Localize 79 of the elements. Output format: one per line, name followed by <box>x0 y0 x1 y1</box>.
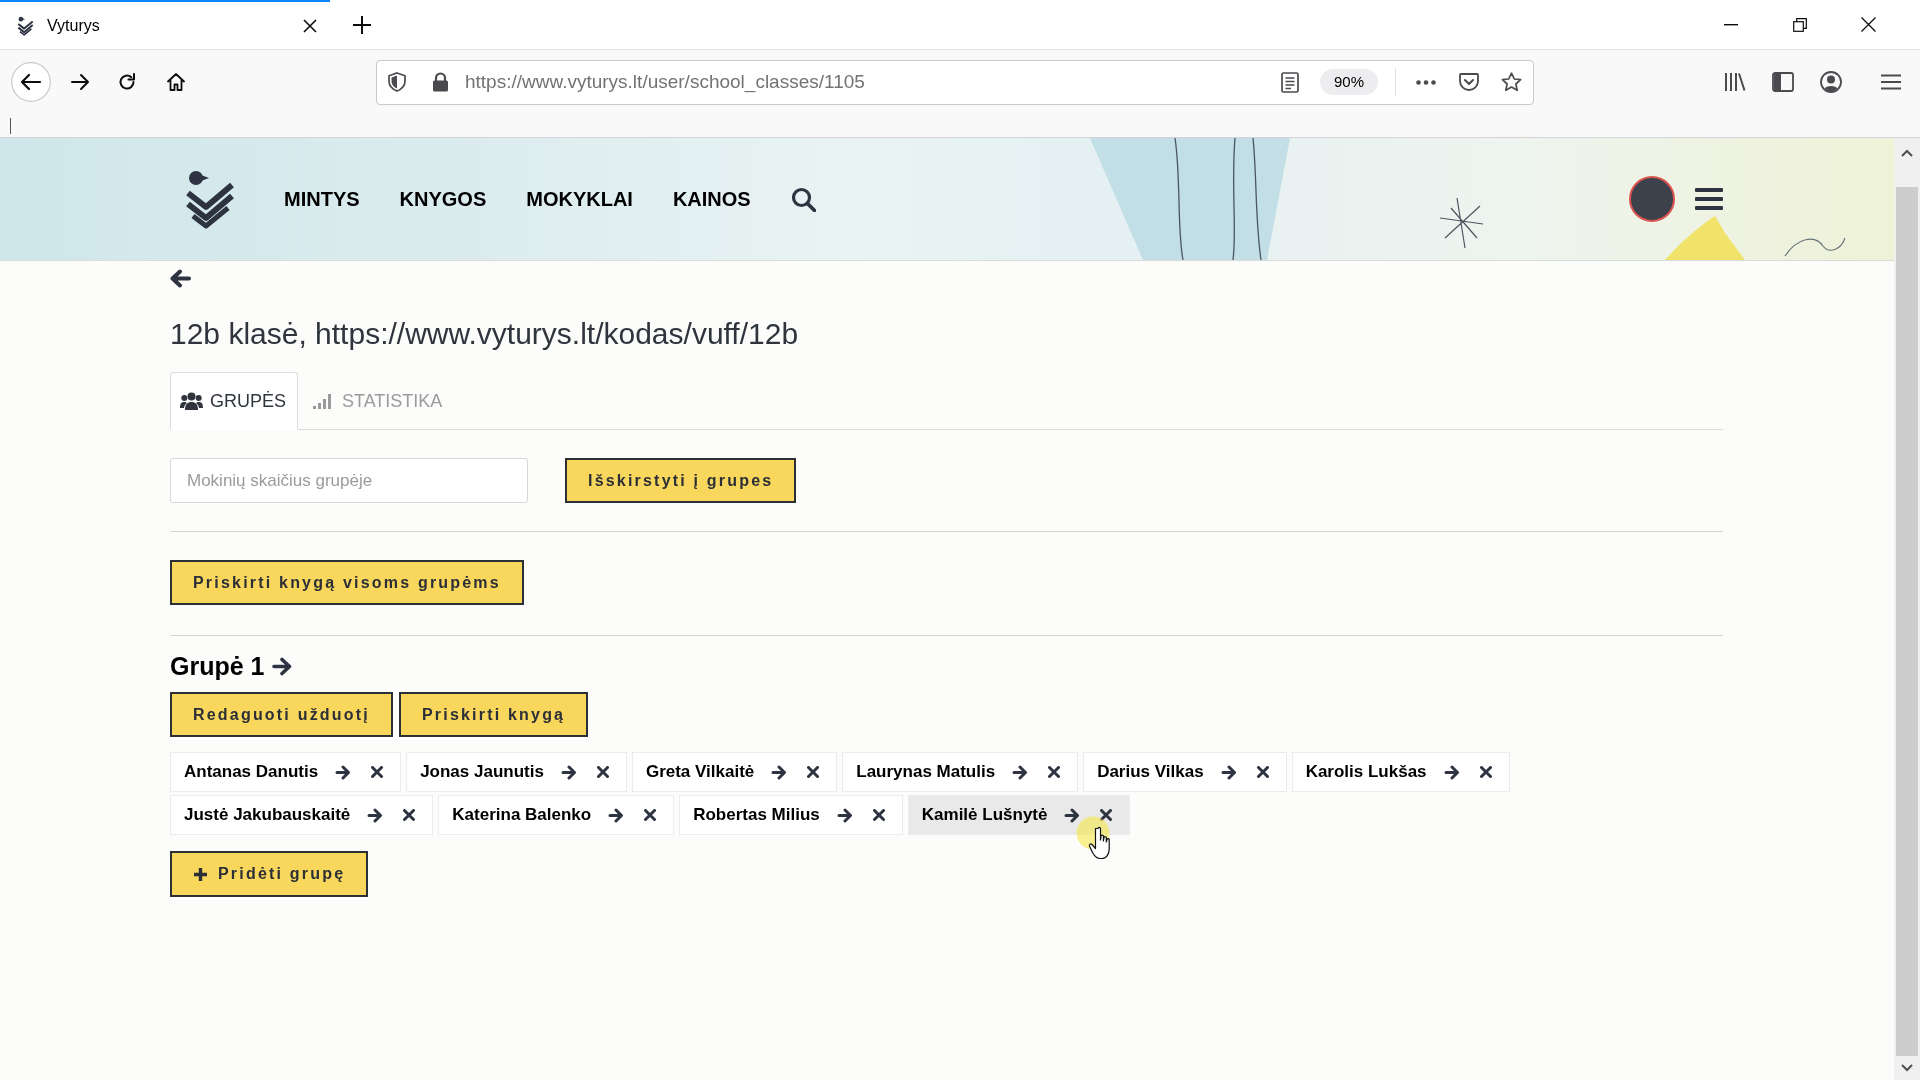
distribute-button[interactable]: Išskirstyti į grupes <box>565 458 797 503</box>
text-cursor <box>10 117 11 134</box>
nav-link[interactable]: KNYGOS <box>399 184 487 214</box>
scrollbar[interactable] <box>1894 138 1920 1080</box>
group-title: Grupė 1 <box>170 652 265 680</box>
minimize-icon[interactable] <box>1723 23 1738 26</box>
search-icon[interactable] <box>790 186 816 212</box>
student-name: Laurynas Matulis <box>856 761 996 784</box>
student-name: Jonas Jaunutis <box>420 761 544 784</box>
arrow-right-icon[interactable] <box>836 807 853 823</box>
signal-bars-icon <box>313 393 334 409</box>
plus-icon <box>193 866 208 882</box>
arrow-right-icon[interactable] <box>1220 764 1237 780</box>
group-size-field[interactable]: Mokinių skaičius grupėje <box>170 458 528 503</box>
home-icon[interactable] <box>166 72 186 92</box>
reload-icon[interactable] <box>117 72 137 92</box>
group-action-button[interactable]: Priskirti knygą <box>398 692 589 737</box>
close-icon[interactable] <box>596 766 609 778</box>
avatar[interactable] <box>1629 176 1675 222</box>
nav-link[interactable]: MOKYKLAI <box>526 184 633 214</box>
arrow-left-icon[interactable] <box>170 269 191 288</box>
close-icon[interactable] <box>1100 809 1113 821</box>
close-icon[interactable] <box>1256 766 1269 778</box>
arrow-right-icon[interactable] <box>1012 764 1029 780</box>
close-icon[interactable] <box>1861 17 1876 32</box>
close-icon[interactable] <box>644 809 657 821</box>
close-icon[interactable] <box>1479 766 1492 778</box>
student-name: Darius Vilkas <box>1097 761 1204 784</box>
reader-view-icon[interactable] <box>1281 71 1299 93</box>
chevron-down-icon[interactable] <box>1901 1064 1913 1072</box>
arrow-right-icon[interactable] <box>1443 764 1460 780</box>
student-name: Katerina Balenko <box>452 804 592 827</box>
nav-link[interactable]: MINTYS <box>284 184 360 214</box>
student-name: Kamilė Lušnytė <box>921 804 1048 827</box>
arrow-right-icon[interactable] <box>335 764 352 780</box>
url-text[interactable]: https://www.vyturys.lt/user/school_classes/1105 <box>465 67 865 97</box>
plus-icon[interactable] <box>352 14 372 35</box>
sidebar-icon[interactable] <box>1772 72 1794 92</box>
menu-icon[interactable] <box>1695 188 1723 210</box>
nav-link[interactable]: KAINOS <box>672 184 751 214</box>
bird-logo-icon <box>17 15 34 36</box>
chevron-up-icon[interactable] <box>1901 149 1913 157</box>
student-name: Justė Jakubauskaitė <box>184 804 351 827</box>
users-icon <box>180 392 203 410</box>
close-icon[interactable] <box>403 809 416 821</box>
student-name: Karolis Lukšas <box>1305 761 1427 784</box>
more-icon[interactable] <box>1416 79 1436 85</box>
shield-icon[interactable] <box>388 72 406 92</box>
menu-icon[interactable] <box>1881 74 1901 90</box>
close-icon[interactable] <box>371 766 384 778</box>
close-icon[interactable] <box>1048 766 1061 778</box>
star-icon[interactable] <box>1501 72 1522 92</box>
close-icon[interactable] <box>303 18 317 33</box>
student-name: Robertas Milius <box>693 804 820 827</box>
library-icon[interactable] <box>1724 72 1746 92</box>
arrow-right-icon[interactable] <box>608 807 625 823</box>
restore-icon[interactable] <box>1792 17 1807 32</box>
pocket-icon[interactable] <box>1459 72 1479 92</box>
close-icon[interactable] <box>807 766 820 778</box>
bird-logo-icon[interactable] <box>184 169 236 229</box>
lock-icon <box>432 72 449 92</box>
page-title: 12b klasė, https://www.vyturys.lt/kodas/vuff/12b <box>170 316 799 352</box>
student-name: Antanas Danutis <box>184 761 319 784</box>
group-action-button[interactable]: Redaguoti užduotį <box>170 692 393 737</box>
add-group-button[interactable]: Pridėti grupę <box>170 851 369 897</box>
zoom-level[interactable]: 90% <box>1320 69 1378 95</box>
arrow-right-icon[interactable] <box>1064 807 1081 823</box>
scroll-thumb[interactable] <box>1896 187 1918 1056</box>
arrow-right-icon[interactable] <box>560 764 577 780</box>
student-name: Greta Vilkaitė <box>645 761 755 784</box>
arrow-right-icon[interactable] <box>771 764 788 780</box>
arrow-right-icon[interactable] <box>272 656 293 676</box>
tab[interactable]: GRUPĖS <box>170 372 299 430</box>
close-icon[interactable] <box>872 809 885 821</box>
account-icon[interactable] <box>1820 71 1842 93</box>
arrow-right-icon[interactable] <box>70 72 90 92</box>
assign-book-all-button[interactable]: Priskirti knygą visoms grupėms <box>170 560 524 605</box>
address-bar[interactable]: https://www.vyturys.lt/user/school_classes/1105 90% <box>376 59 1534 105</box>
arrow-right-icon[interactable] <box>367 807 384 823</box>
